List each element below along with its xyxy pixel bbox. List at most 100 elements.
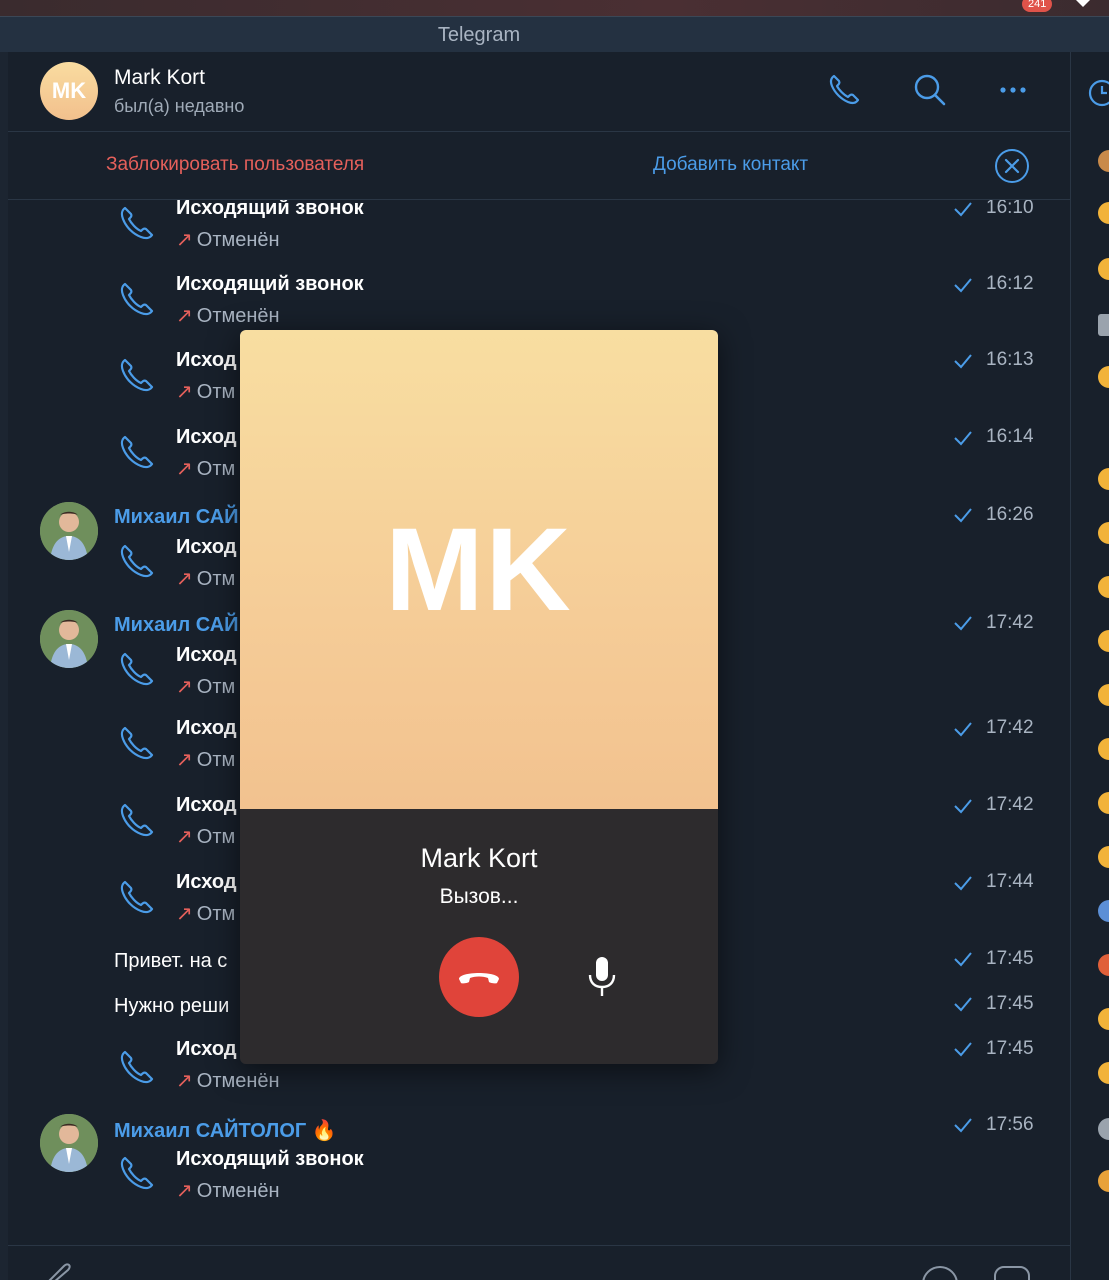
add-contact-button[interactable]: Добавить контакт xyxy=(653,154,808,176)
sender-name[interactable]: Михаил САЙ xyxy=(114,506,239,529)
phone-icon xyxy=(120,803,154,837)
call-status: ↗ Отм xyxy=(176,826,236,848)
phone-icon xyxy=(120,358,154,392)
check-icon xyxy=(954,1042,972,1057)
message-time: 16:13 xyxy=(986,349,1034,370)
call-status: ↗ Отм xyxy=(176,568,236,590)
menubar-icon[interactable] xyxy=(1070,0,1096,12)
message-text: Нужно реши xyxy=(114,995,230,1017)
call-status: ↗ Отм xyxy=(176,903,236,925)
call-status: ↗ Отм xyxy=(176,749,236,771)
call-title: Исход xyxy=(176,644,237,666)
message-time: 17:42 xyxy=(986,612,1034,633)
message-text: Привет. на с xyxy=(114,950,228,972)
call-status: ↗ Отм xyxy=(176,458,236,480)
avatar[interactable] xyxy=(40,610,98,668)
window-title: Telegram xyxy=(437,24,521,46)
phone-icon xyxy=(120,544,154,578)
check-icon xyxy=(954,616,972,631)
sticker-icon[interactable] xyxy=(992,1264,1032,1280)
emoji-icon[interactable] xyxy=(920,1264,960,1280)
phone-icon[interactable] xyxy=(824,70,864,110)
call-title: Исход xyxy=(176,794,237,816)
message-time: 16:12 xyxy=(986,273,1034,294)
message-time: 17:45 xyxy=(986,1038,1034,1059)
message-time: 17:56 xyxy=(986,1114,1034,1135)
microphone-icon[interactable] xyxy=(582,955,622,999)
check-icon xyxy=(954,952,972,967)
sender-name[interactable]: Михаил САЙТОЛОГ 🔥 xyxy=(114,1118,337,1143)
check-icon xyxy=(954,508,972,523)
call-title: Исход xyxy=(176,871,237,893)
check-icon xyxy=(954,997,972,1012)
check-icon xyxy=(954,1118,972,1133)
message-time: 16:10 xyxy=(986,200,1034,218)
window-titlebar: Telegram xyxy=(0,16,1109,52)
phone-icon xyxy=(120,206,154,240)
check-icon xyxy=(954,799,972,814)
check-icon xyxy=(954,431,972,446)
check-icon xyxy=(954,354,972,369)
message-composer[interactable] xyxy=(8,1245,1070,1280)
more-icon[interactable] xyxy=(994,70,1034,110)
call-status: ↗ Отменён xyxy=(176,305,280,327)
call-controls: Mark Kort Вызов... xyxy=(240,809,718,1064)
emoji-item[interactable] xyxy=(1098,314,1109,336)
check-icon xyxy=(954,202,972,217)
call-title: Исходящий звонок xyxy=(176,1148,364,1170)
hangup-button[interactable] xyxy=(439,937,519,1017)
avatar[interactable] xyxy=(40,502,98,560)
menubar-strip: 241 xyxy=(0,0,1109,16)
call-status-text: Вызов... xyxy=(439,885,519,908)
close-icon[interactable] xyxy=(994,148,1030,184)
contact-name[interactable]: Mark Kort xyxy=(114,66,205,90)
phone-icon xyxy=(120,282,154,316)
call-initials: MK xyxy=(385,504,573,636)
call-title: Исход xyxy=(176,349,237,371)
call-status: ↗ Отменён xyxy=(176,229,280,251)
check-icon xyxy=(954,722,972,737)
check-icon xyxy=(954,876,972,891)
clock-icon[interactable] xyxy=(1087,78,1109,108)
call-title: Исход xyxy=(176,536,237,558)
message-time: 17:42 xyxy=(986,717,1034,738)
phone-icon xyxy=(120,1156,154,1190)
search-icon[interactable] xyxy=(910,70,950,110)
message-time: 17:45 xyxy=(986,948,1034,969)
call-title: Исход xyxy=(176,717,237,739)
chat-list-edge xyxy=(0,52,8,1280)
call-status: ↗ Отменён xyxy=(176,1180,280,1202)
call-contact-name: Mark Kort xyxy=(420,843,538,873)
phone-icon xyxy=(120,880,154,914)
call-title: Исход xyxy=(176,1038,237,1060)
sender-name[interactable]: Михаил САЙ xyxy=(114,614,239,637)
call-title: Исход xyxy=(176,426,237,448)
message-time: 16:26 xyxy=(986,504,1034,525)
attach-icon[interactable] xyxy=(44,1262,74,1280)
block-user-button[interactable]: Заблокировать пользователя xyxy=(106,154,364,176)
phone-icon xyxy=(120,435,154,469)
message-time: 17:44 xyxy=(986,871,1034,892)
phone-icon xyxy=(120,652,154,686)
message-time: 17:45 xyxy=(986,993,1034,1014)
notification-badge: 241 xyxy=(1022,0,1053,12)
contact-status: был(а) недавно xyxy=(114,96,245,116)
call-avatar-area: MK xyxy=(240,330,718,809)
phone-icon xyxy=(120,1050,154,1084)
hangup-icon xyxy=(459,973,499,984)
message-time: 16:14 xyxy=(986,426,1034,447)
chat-header: MK Mark Kort был(а) недавно xyxy=(8,52,1070,132)
avatar[interactable] xyxy=(40,1114,98,1172)
check-icon xyxy=(954,278,972,293)
call-status: ↗ Отм xyxy=(176,381,236,403)
contact-action-bar: Заблокировать пользователя Добавить конт… xyxy=(8,132,1070,200)
call-status: ↗ Отм xyxy=(176,676,236,698)
call-title: Исходящий звонок xyxy=(176,273,364,295)
phone-icon xyxy=(120,726,154,760)
call-window[interactable]: MK Mark Kort Вызов... xyxy=(240,330,718,1064)
avatar[interactable]: MK xyxy=(40,62,98,120)
call-status: ↗ Отменён xyxy=(176,1070,280,1092)
call-title: Исходящий звонок xyxy=(176,200,364,219)
message-time: 17:42 xyxy=(986,794,1034,815)
emoji-panel xyxy=(1070,52,1109,1280)
